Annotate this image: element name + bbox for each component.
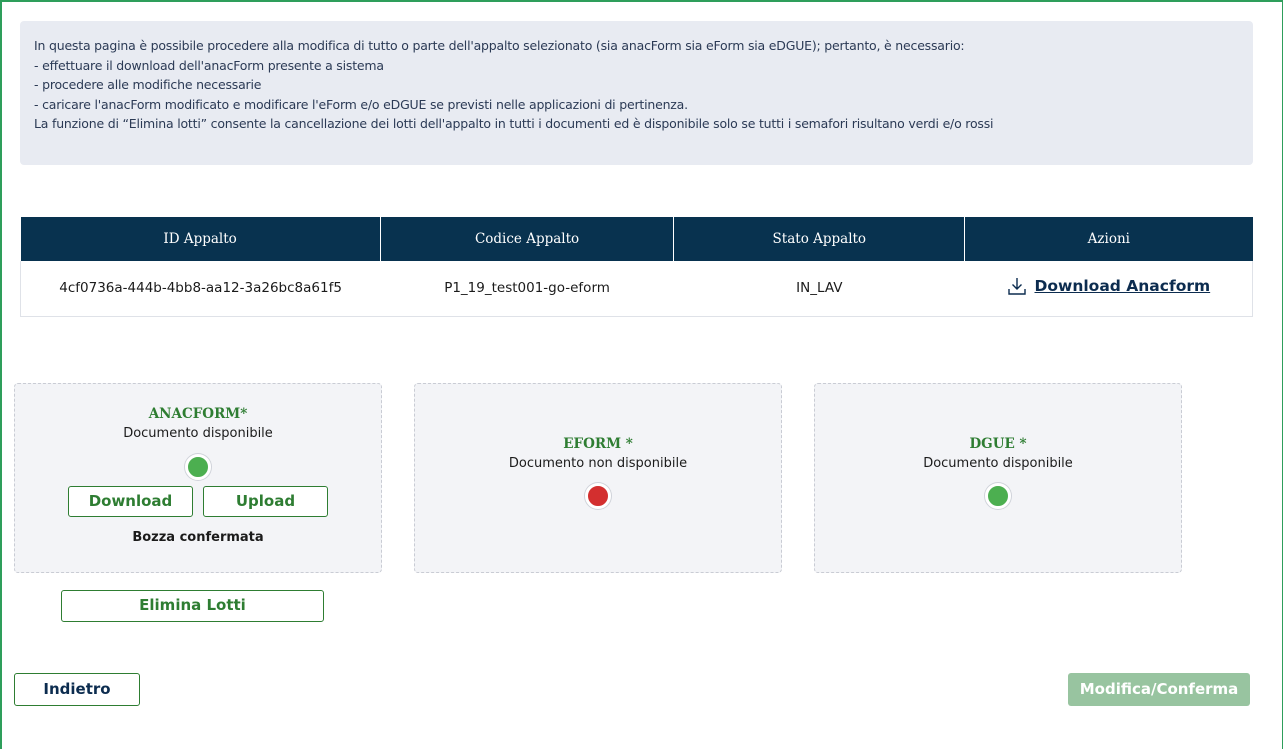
column-header-azioni: Azioni xyxy=(964,217,1253,261)
appalto-table: ID Appalto Codice Appalto Stato Appalto … xyxy=(20,217,1253,317)
anacform-status: Bozza confermata xyxy=(132,530,264,545)
eform-card: EFORM * Documento non disponibile xyxy=(414,383,782,573)
status-light-green xyxy=(185,454,211,480)
info-line: - effettuare il download dell'anacForm p… xyxy=(34,57,384,73)
dgue-subtitle: Documento disponibile xyxy=(923,456,1073,471)
eform-title: EFORM * xyxy=(563,436,633,452)
anacform-upload-button[interactable]: Upload xyxy=(203,486,328,517)
anacform-title: ANACFORM* xyxy=(148,406,248,422)
modifica-conferma-button[interactable]: Modifica/Conferma xyxy=(1068,673,1250,706)
download-anacform-link[interactable]: Download Anacform xyxy=(1007,276,1211,296)
status-light-green xyxy=(985,483,1011,509)
info-line: - caricare l'anacForm modificato e modif… xyxy=(34,96,688,112)
dgue-title: DGUE * xyxy=(969,436,1027,452)
column-header-stato: Stato Appalto xyxy=(673,217,966,261)
download-anacform-label: Download Anacform xyxy=(1034,277,1211,296)
table-row: 4cf0736a-444b-4bb8-aa12-3a26bc8a61f5 P1_… xyxy=(20,261,1253,317)
cell-azioni: Download Anacform xyxy=(964,261,1253,317)
info-line: La funzione di “Elimina lotti” consente … xyxy=(34,116,994,131)
elimina-lotti-button[interactable]: Elimina Lotti xyxy=(61,590,324,622)
cell-stato-appalto: IN_LAV xyxy=(673,261,965,317)
cell-codice-appalto: P1_19_test001-go-eform xyxy=(380,261,674,317)
info-line: - procedere alle modifiche necessarie xyxy=(34,77,262,92)
cell-id-appalto: 4cf0736a-444b-4bb8-aa12-3a26bc8a61f5 xyxy=(20,261,381,317)
table-header-row: ID Appalto Codice Appalto Stato Appalto … xyxy=(20,217,1253,261)
dgue-card: DGUE * Documento disponibile xyxy=(814,383,1182,573)
eform-subtitle: Documento non disponibile xyxy=(508,456,688,471)
status-light-red xyxy=(585,483,611,509)
anacform-download-button[interactable]: Download xyxy=(68,486,193,517)
anacform-subtitle: Documento disponibile xyxy=(123,426,273,441)
indietro-button[interactable]: Indietro xyxy=(14,673,140,706)
column-header-id: ID Appalto xyxy=(20,217,381,261)
anacform-card: ANACFORM* Documento disponibile Download… xyxy=(14,383,382,573)
info-panel: In questa pagina è possibile procedere a… xyxy=(20,21,1253,165)
column-header-codice: Codice Appalto xyxy=(380,217,675,261)
info-line: In questa pagina è possibile procedere a… xyxy=(34,38,965,53)
download-icon xyxy=(1007,278,1026,295)
